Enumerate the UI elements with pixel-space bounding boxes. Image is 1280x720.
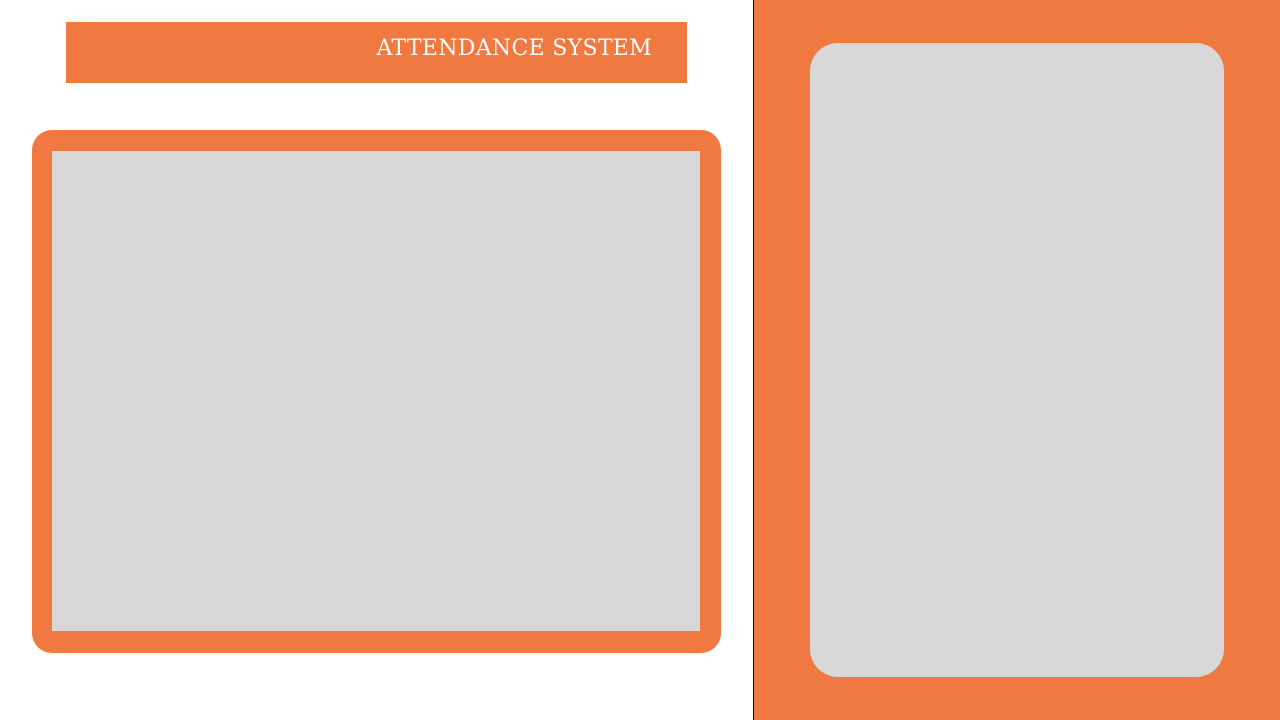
attendance-app: ATTENDANCE SYSTEM [0,0,1280,720]
attendance-info-card [810,43,1224,677]
header-banner: ATTENDANCE SYSTEM [66,22,687,83]
side-panel [753,0,1280,720]
camera-frame [32,130,721,653]
app-title: ATTENDANCE SYSTEM [376,36,652,61]
camera-feed-placeholder [52,151,700,631]
